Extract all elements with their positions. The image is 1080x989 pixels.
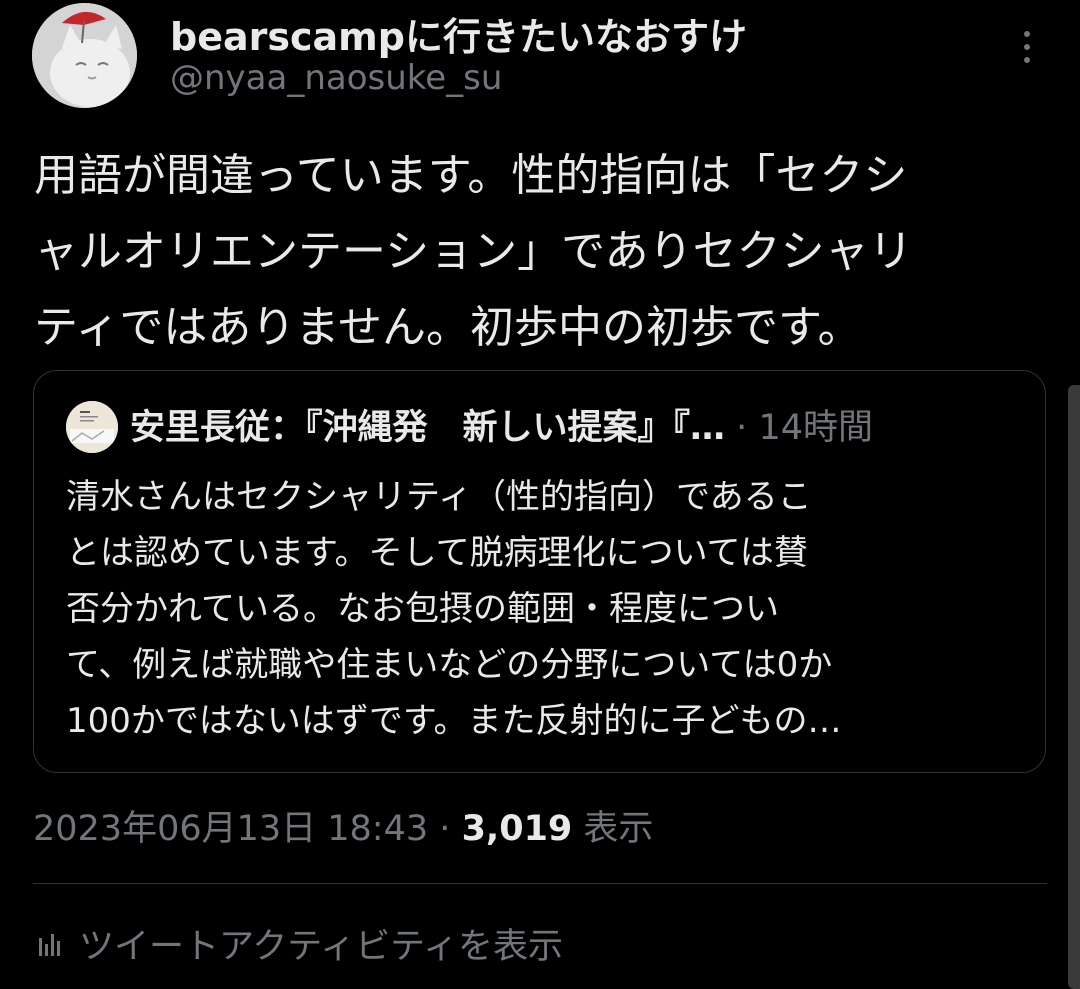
- quoted-text-line: 否分かれている。なお包摂の範囲・程度につい: [66, 589, 779, 629]
- divider: [33, 883, 1047, 884]
- quoted-tweet-header: 安里長従：『沖縄発 新しい提案』『… · 14時間: [130, 403, 873, 453]
- analytics-bar-icon: [39, 933, 60, 956]
- quoted-text-line: て、例えば就職や住まいなどの分野については0か: [66, 645, 833, 685]
- quoted-text-line: 100かではないはずです。また反射的に子どもの…: [66, 701, 842, 741]
- quoted-author-name: 安里長従：『沖縄発 新しい提案』『…: [130, 408, 726, 448]
- tweet-text-line: 用語が間違っています。性的指向は「セクシ: [34, 150, 908, 201]
- quoted-author-avatar: [66, 401, 118, 453]
- views-label: 表示: [583, 809, 654, 849]
- document-avatar-icon: [66, 401, 118, 453]
- quoted-timestamp: 14時間: [758, 408, 873, 448]
- quoted-text-line: 清水さんはセクシャリティ（性的指向）であるこ: [66, 477, 812, 517]
- tweet-text-line: ャルオリエンテーション」でありセクシャリ: [34, 226, 913, 277]
- scrollbar[interactable]: [1068, 385, 1080, 989]
- more-dots-icon[interactable]: [1012, 22, 1042, 72]
- author-handle[interactable]: @nyaa_naosuke_su: [170, 58, 502, 98]
- meta-separator: ·: [439, 809, 451, 849]
- views-count: 3,019: [461, 809, 573, 849]
- tweet-activity-link[interactable]: ツイートアクティビティを表示: [33, 918, 563, 969]
- quoted-tweet-card[interactable]: 安里長従：『沖縄発 新しい提案』『… · 14時間 清水さんはセクシャリティ（性…: [33, 370, 1046, 773]
- tweet-activity-label: ツイートアクティビティを表示: [79, 927, 564, 967]
- tweet-text-line: ティではありません。初歩中の初歩です。: [34, 302, 862, 353]
- cat-avatar-icon: [32, 3, 137, 108]
- quoted-text-line: とは認めています。そして脱病理化については賛: [66, 533, 808, 573]
- quoted-tweet-text: 清水さんはセクシャリティ（性的指向）であるこ とは認めています。そして脱病理化に…: [66, 469, 996, 749]
- tweet-datetime[interactable]: 2023年06月13日 18:43: [33, 809, 428, 849]
- author-avatar[interactable]: [32, 3, 137, 108]
- tweet-text: 用語が間違っています。性的指向は「セクシ ャルオリエンテーション」でありセクシャ…: [34, 138, 1044, 366]
- quoted-separator: ·: [736, 408, 748, 448]
- tweet-meta: 2023年06月13日 18:43 · 3,019 表示: [33, 800, 653, 851]
- author-name[interactable]: bearscampに行きたいなおすけ: [170, 6, 747, 61]
